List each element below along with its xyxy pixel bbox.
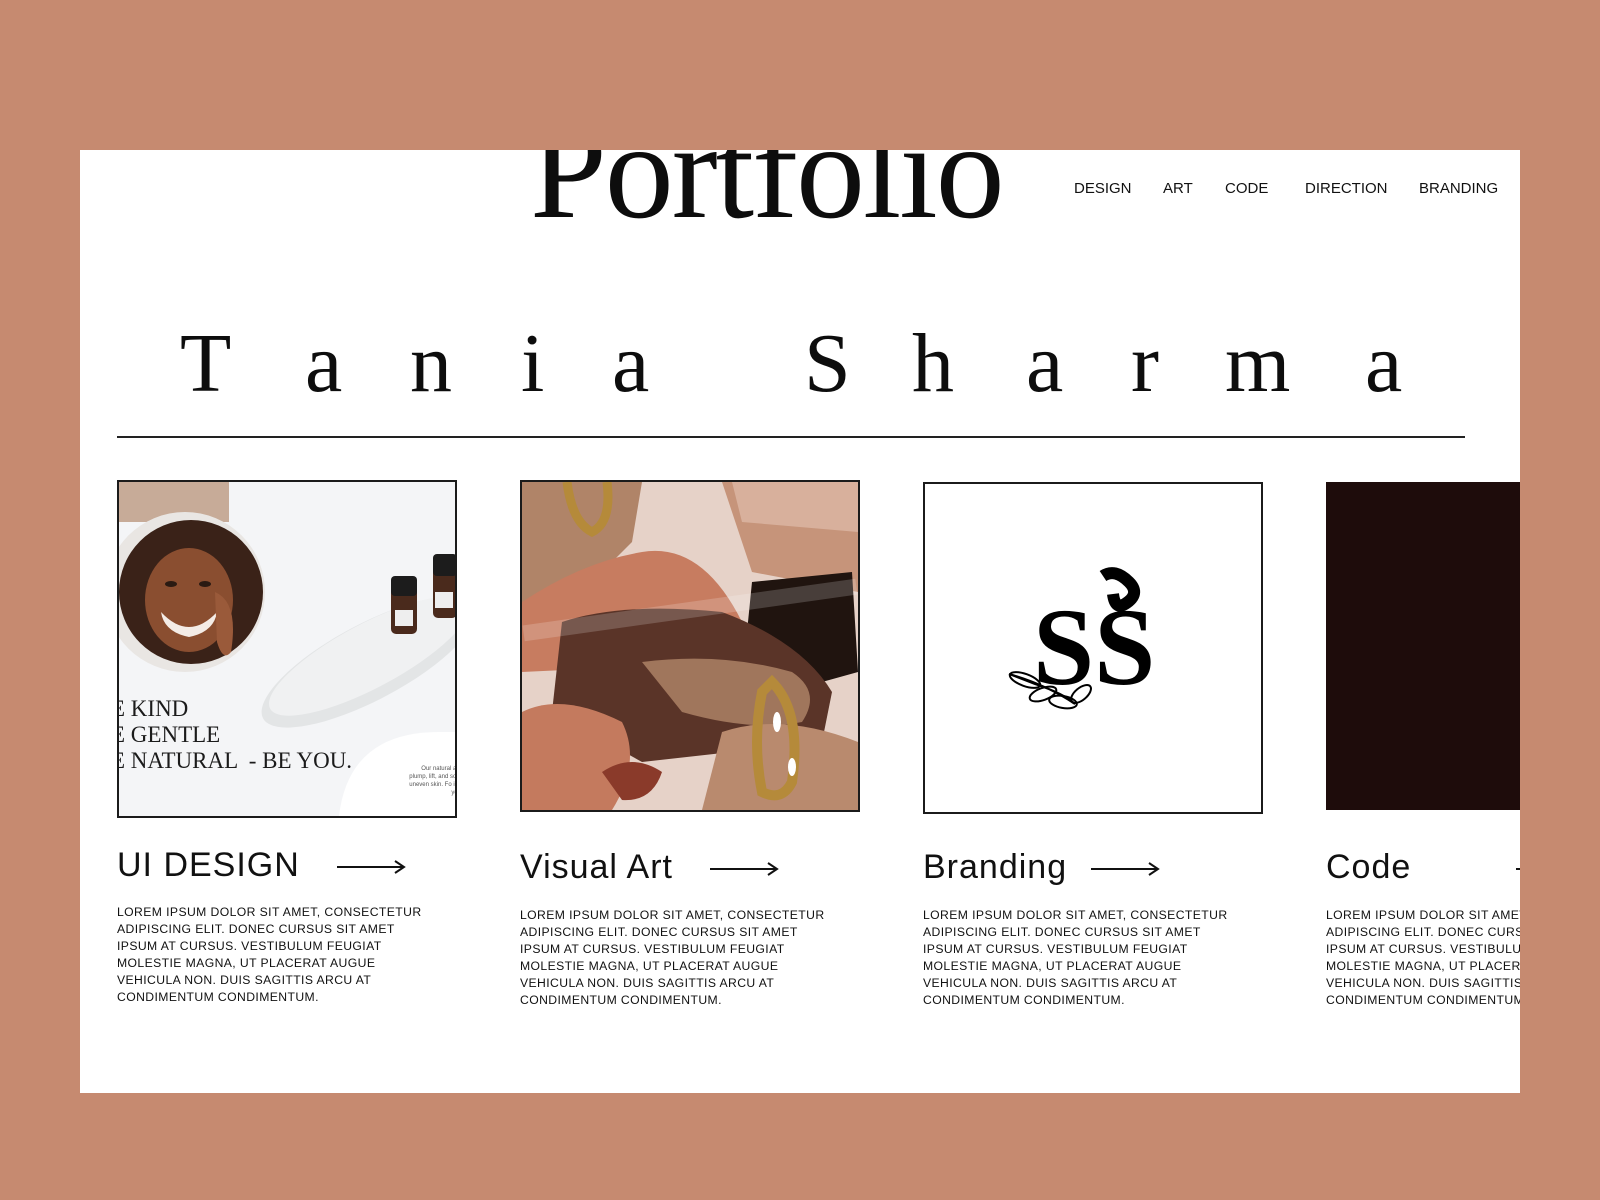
nav-direction[interactable]: DIRECTION	[1305, 180, 1388, 197]
card-title[interactable]: UI DESIGN	[117, 846, 300, 885]
abstract-art-image	[522, 482, 858, 810]
name-letter: a	[612, 317, 650, 410]
thumb-tagline: E KIND E GENTLE E NATURAL - BE YOU.	[119, 696, 353, 773]
arrow-right-icon[interactable]	[1516, 862, 1520, 876]
name-letter: a	[305, 317, 343, 410]
ui-design-thumbnail[interactable]: E KIND E GENTLE E NATURAL - BE YOU. Our …	[117, 480, 457, 818]
name-letter: r	[1131, 317, 1159, 410]
card-description: LOREM IPSUM DOLOR SIT AMET, CONSECTETUR …	[117, 905, 422, 1004]
card-description: LOREM IPSUM DOLOR SIT AMET, CONSECTETUR …	[520, 908, 825, 1007]
name-letter: h	[912, 317, 954, 410]
name-letter: n	[410, 317, 452, 410]
arrow-right-icon[interactable]	[710, 862, 780, 876]
branding-thumbnail[interactable]: SS	[923, 482, 1263, 814]
card-title[interactable]: Code	[1326, 848, 1411, 887]
card-description: LOREM IPSUM DOLOR SIT AMET, CONSECTETUR …	[1326, 908, 1520, 1007]
name-letter: m	[1225, 317, 1291, 410]
nav-branding[interactable]: BRANDING	[1419, 180, 1498, 197]
divider	[117, 436, 1465, 438]
name-letter: i	[521, 317, 545, 410]
top-nav: DESIGN ART CODE DIRECTION BRANDING	[80, 180, 1520, 200]
code-thumbnail[interactable]	[1326, 482, 1520, 810]
nav-art[interactable]: ART	[1163, 180, 1193, 197]
card-description: LOREM IPSUM DOLOR SIT AMET, CONSECTETUR …	[923, 908, 1228, 1007]
arrow-right-icon[interactable]	[1091, 862, 1161, 876]
card-title[interactable]: Branding	[923, 848, 1067, 887]
arrow-right-icon[interactable]	[337, 860, 407, 874]
visual-art-thumbnail[interactable]	[520, 480, 860, 812]
name-letter: a	[1026, 317, 1064, 410]
portfolio-page: Portfolio DESIGN ART CODE DIRECTION BRAN…	[80, 150, 1520, 1093]
name-letter: a	[1365, 317, 1403, 410]
nav-design[interactable]: DESIGN	[1074, 180, 1132, 197]
name-letter: S	[804, 317, 851, 410]
thumb-small-text: Our natural and plump, lift, and so of u…	[409, 766, 457, 796]
ss-logo-icon: SS	[925, 484, 1261, 812]
name-letter: T	[180, 317, 232, 410]
card-title[interactable]: Visual Art	[520, 848, 673, 887]
designer-name: T a n i a S h a r m a	[180, 322, 1520, 422]
nav-code[interactable]: CODE	[1225, 180, 1268, 197]
